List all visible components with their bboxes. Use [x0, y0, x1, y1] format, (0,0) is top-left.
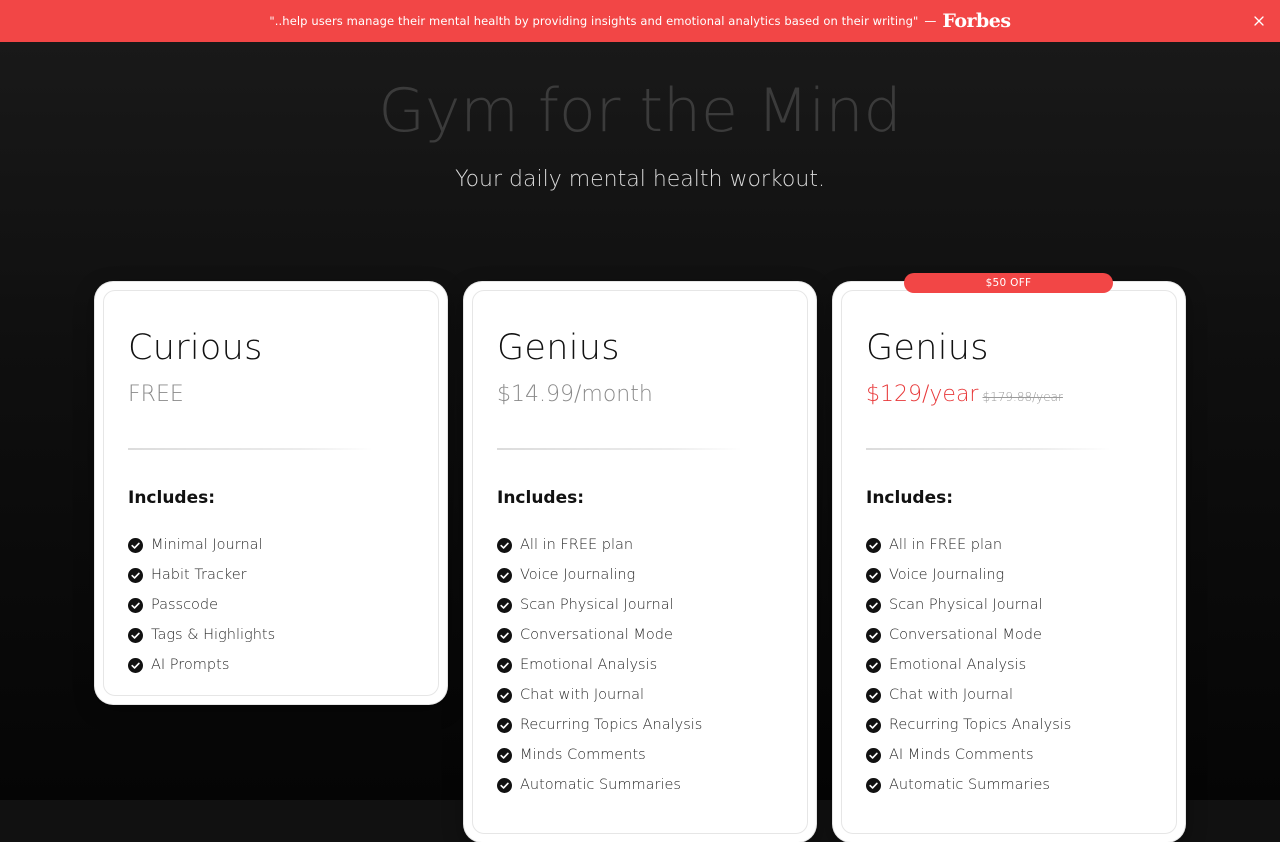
feature-item: All in FREE plan — [866, 530, 1071, 560]
feature-item: Recurring Topics Analysis — [866, 710, 1071, 740]
forbes-logo: Forbes — [942, 10, 1011, 32]
feature-label: Voice Journaling — [520, 567, 636, 583]
check-circle-icon — [497, 597, 512, 613]
feature-label: Voice Journaling — [889, 567, 1005, 583]
feature-item: All in FREE plan — [497, 530, 702, 560]
check-circle-icon — [866, 597, 881, 613]
check-circle-icon — [128, 567, 143, 583]
feature-item: Automatic Summaries — [497, 770, 702, 800]
includes-heading: Includes: — [128, 488, 216, 508]
feature-label: All in FREE plan — [520, 537, 634, 553]
feature-item: Habit Tracker — [128, 560, 275, 590]
feature-item: Emotional Analysis — [866, 650, 1071, 680]
check-circle-icon — [497, 627, 512, 643]
divider — [866, 448, 1111, 450]
discount-badge: $50 OFF — [904, 273, 1113, 293]
plan-name: Genius — [866, 328, 989, 368]
check-circle-icon — [497, 717, 512, 733]
plan-price-original: $179.88/year — [982, 390, 1063, 404]
divider — [497, 448, 742, 450]
check-circle-icon — [128, 627, 143, 643]
check-circle-icon — [866, 657, 881, 673]
plan-price-current: $129/year — [866, 382, 979, 407]
feature-list: Minimal Journal Habit Tracker Passcode T… — [128, 530, 275, 680]
check-circle-icon — [866, 747, 881, 763]
feature-label: Emotional Analysis — [520, 657, 658, 673]
feature-label: Recurring Topics Analysis — [889, 717, 1072, 733]
plan-price: $14.99/month — [497, 382, 653, 407]
check-circle-icon — [497, 657, 512, 673]
feature-label: Automatic Summaries — [520, 777, 681, 793]
check-circle-icon — [497, 567, 512, 583]
plan-card-curious[interactable]: Curious FREE Includes: Minimal Journal H… — [95, 282, 447, 704]
feature-item: Scan Physical Journal — [866, 590, 1071, 620]
feature-item: Chat with Journal — [497, 680, 702, 710]
feature-label: Scan Physical Journal — [520, 597, 674, 613]
feature-label: Tags & Highlights — [151, 627, 276, 643]
check-circle-icon — [128, 597, 143, 613]
hero-title: Gym for the Mind — [378, 76, 902, 146]
feature-list: All in FREE plan Voice Journaling Scan P… — [497, 530, 702, 800]
announcement-banner: "..help users manage their mental health… — [0, 0, 1280, 42]
plan-price: FREE — [128, 382, 184, 407]
plan-card-genius-monthly[interactable]: Genius $14.99/month Includes: All in FRE… — [464, 282, 816, 842]
feature-item: Voice Journaling — [866, 560, 1071, 590]
check-circle-icon — [866, 627, 881, 643]
includes-heading: Includes: — [866, 488, 954, 508]
feature-label: Automatic Summaries — [889, 777, 1050, 793]
check-circle-icon — [866, 777, 881, 793]
feature-label: All in FREE plan — [889, 537, 1003, 553]
check-circle-icon — [497, 747, 512, 763]
hero-subtitle: Your daily mental health workout. — [455, 167, 825, 192]
feature-label: AI Minds Comments — [889, 747, 1034, 763]
feature-label: Conversational Mode — [889, 627, 1042, 643]
feature-item: Conversational Mode — [866, 620, 1071, 650]
plan-name: Genius — [497, 328, 620, 368]
feature-label: Minimal Journal — [151, 537, 263, 553]
check-circle-icon — [128, 657, 143, 673]
check-circle-icon — [128, 537, 143, 553]
feature-label: Chat with Journal — [520, 687, 645, 703]
plan-name: Curious — [128, 328, 263, 368]
feature-item: Minimal Journal — [128, 530, 275, 560]
feature-label: Chat with Journal — [889, 687, 1014, 703]
check-circle-icon — [866, 687, 881, 703]
feature-label: Minds Comments — [520, 747, 646, 763]
feature-item: Automatic Summaries — [866, 770, 1071, 800]
check-circle-icon — [497, 537, 512, 553]
feature-item: AI Minds Comments — [866, 740, 1071, 770]
banner-quote: "..help users manage their mental health… — [269, 14, 919, 28]
feature-label: Conversational Mode — [520, 627, 673, 643]
feature-item: Voice Journaling — [497, 560, 702, 590]
feature-list: All in FREE plan Voice Journaling Scan P… — [866, 530, 1071, 800]
feature-item: AI Prompts — [128, 650, 275, 680]
check-circle-icon — [866, 567, 881, 583]
feature-label: Scan Physical Journal — [889, 597, 1043, 613]
close-icon — [1254, 16, 1264, 26]
feature-label: Passcode — [151, 597, 219, 613]
feature-label: Recurring Topics Analysis — [520, 717, 703, 733]
feature-item: Recurring Topics Analysis — [497, 710, 702, 740]
check-circle-icon — [497, 777, 512, 793]
feature-label: Emotional Analysis — [889, 657, 1027, 673]
plan-card-genius-yearly[interactable]: Genius $129/year $179.88/year Includes: A… — [833, 282, 1185, 842]
feature-item: Chat with Journal — [866, 680, 1071, 710]
feature-item: Passcode — [128, 590, 275, 620]
banner-close-button[interactable] — [1250, 12, 1268, 30]
feature-label: AI Prompts — [151, 657, 230, 673]
feature-item: Minds Comments — [497, 740, 702, 770]
check-circle-icon — [866, 717, 881, 733]
divider — [128, 448, 373, 450]
feature-item: Emotional Analysis — [497, 650, 702, 680]
feature-label: Habit Tracker — [151, 567, 247, 583]
feature-item: Scan Physical Journal — [497, 590, 702, 620]
check-circle-icon — [497, 687, 512, 703]
check-circle-icon — [866, 537, 881, 553]
feature-item: Conversational Mode — [497, 620, 702, 650]
feature-item: Tags & Highlights — [128, 620, 275, 650]
includes-heading: Includes: — [497, 488, 585, 508]
banner-dash: — — [924, 14, 937, 28]
plan-price: $129/year $179.88/year — [866, 382, 1063, 407]
